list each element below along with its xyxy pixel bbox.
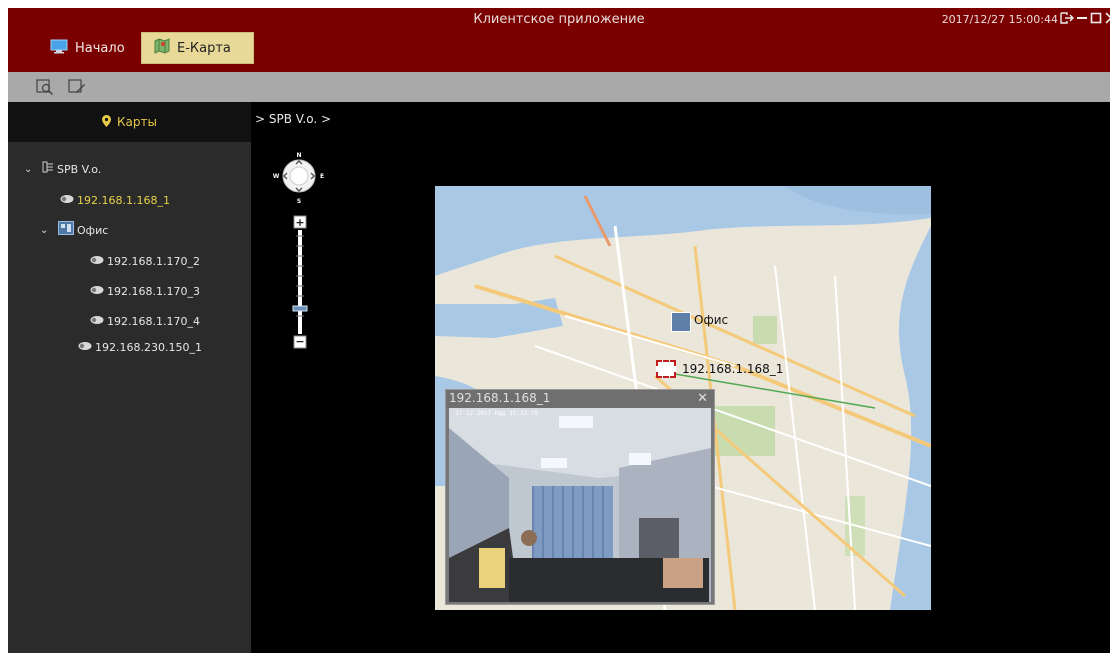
tree-item-label: Офис: [77, 224, 109, 237]
tree-item-label: 192.168.1.168_1: [77, 194, 170, 207]
map-root-icon: [42, 160, 54, 180]
camera-preview-popup: 192.168.1.168_1 ✕ 27-12-2017 Ндд 15:13:2…: [445, 389, 715, 605]
chevron-down-icon[interactable]: ⌄: [40, 221, 52, 241]
compass-east-label: E: [320, 173, 324, 180]
datetime-display: 2017/12/27 15:00:44: [941, 13, 1058, 26]
tab-home-label: Начало: [75, 40, 125, 56]
zoom-handle[interactable]: [292, 305, 308, 312]
close-icon[interactable]: [1105, 10, 1110, 26]
toolbar: [8, 72, 1110, 102]
minimize-icon[interactable]: [1076, 10, 1090, 26]
tree-item-office[interactable]: ⌄ Офис: [40, 220, 109, 242]
zoom-slider[interactable]: + −: [292, 214, 308, 350]
compass-north-label: N: [296, 152, 301, 159]
compass-south-label: S: [297, 198, 301, 204]
title-bar: Клиентское приложение 2017/12/27 15:00:4…: [8, 8, 1110, 72]
camera-video-feed[interactable]: 27-12-2017 Ндд 15:13:25: [449, 408, 711, 602]
tree-item-camera-230-150[interactable]: 192.168.230.150_1: [78, 338, 202, 358]
monitor-icon: [50, 39, 68, 58]
camera-icon: [90, 282, 104, 302]
map-edit-icon[interactable]: [68, 78, 86, 96]
office-map-icon: [58, 220, 74, 242]
camera-map-label: 192.168.1.168_1: [682, 362, 784, 376]
app-window: Клиентское приложение 2017/12/27 15:00:4…: [8, 8, 1110, 653]
tree-item-label: 192.168.230.150_1: [95, 341, 202, 354]
maximize-icon[interactable]: [1090, 10, 1104, 26]
popup-close-icon[interactable]: ✕: [697, 391, 708, 406]
maps-header[interactable]: Карты: [8, 102, 251, 142]
sidebar: Карты ⌄ SPB V.o. 192.168.1.168_1 ⌄ Офис: [8, 102, 251, 653]
office-map-marker[interactable]: [671, 312, 691, 332]
camera-icon: [78, 338, 92, 358]
breadcrumb: > SPB V.o. >: [255, 112, 332, 126]
logout-icon[interactable]: [1060, 10, 1074, 26]
popup-header[interactable]: 192.168.1.168_1 ✕: [446, 390, 714, 408]
map-view: > SPB V.o. > N S W E + − Офис 192.168.1.…: [251, 102, 1110, 653]
popup-title: 192.168.1.168_1: [449, 391, 551, 405]
zoom-out-icon: −: [295, 335, 304, 348]
tab-home[interactable]: Начало: [38, 32, 134, 64]
tree-item-camera-170-4[interactable]: 192.168.1.170_4: [90, 312, 200, 332]
zoom-in-icon: +: [295, 216, 304, 229]
chevron-down-icon[interactable]: ⌄: [24, 160, 36, 180]
tab-emap-label: E-Карта: [177, 40, 231, 56]
map-search-icon[interactable]: [36, 78, 54, 96]
tree-item-label: 192.168.1.170_4: [107, 315, 200, 328]
direction-pad[interactable]: N S W E: [271, 148, 327, 204]
video-frame: [449, 408, 711, 602]
map-icon: [154, 38, 170, 58]
location-pin-icon: [102, 114, 112, 130]
camera-icon: [60, 191, 74, 211]
tree-item-spb[interactable]: ⌄ SPB V.o.: [24, 160, 101, 180]
tree-item-camera-170-3[interactable]: 192.168.1.170_3: [90, 282, 200, 302]
tree-item-label: SPB V.o.: [57, 163, 102, 176]
video-timestamp-overlay: 27-12-2017 Ндд 15:13:25: [455, 410, 539, 417]
camera-icon: [90, 312, 104, 332]
maps-header-label: Карты: [117, 115, 157, 129]
camera-map-marker[interactable]: [656, 360, 676, 378]
office-map-label: Офис: [694, 313, 729, 327]
compass-west-label: W: [273, 173, 280, 180]
tree-item-camera-170-2[interactable]: 192.168.1.170_2: [90, 252, 200, 272]
tab-emap[interactable]: E-Карта: [141, 32, 254, 64]
tree-item-label: 192.168.1.170_3: [107, 285, 200, 298]
camera-icon: [90, 252, 104, 272]
tree-item-label: 192.168.1.170_2: [107, 255, 200, 268]
tree-item-camera-168-1[interactable]: 192.168.1.168_1: [60, 191, 170, 211]
